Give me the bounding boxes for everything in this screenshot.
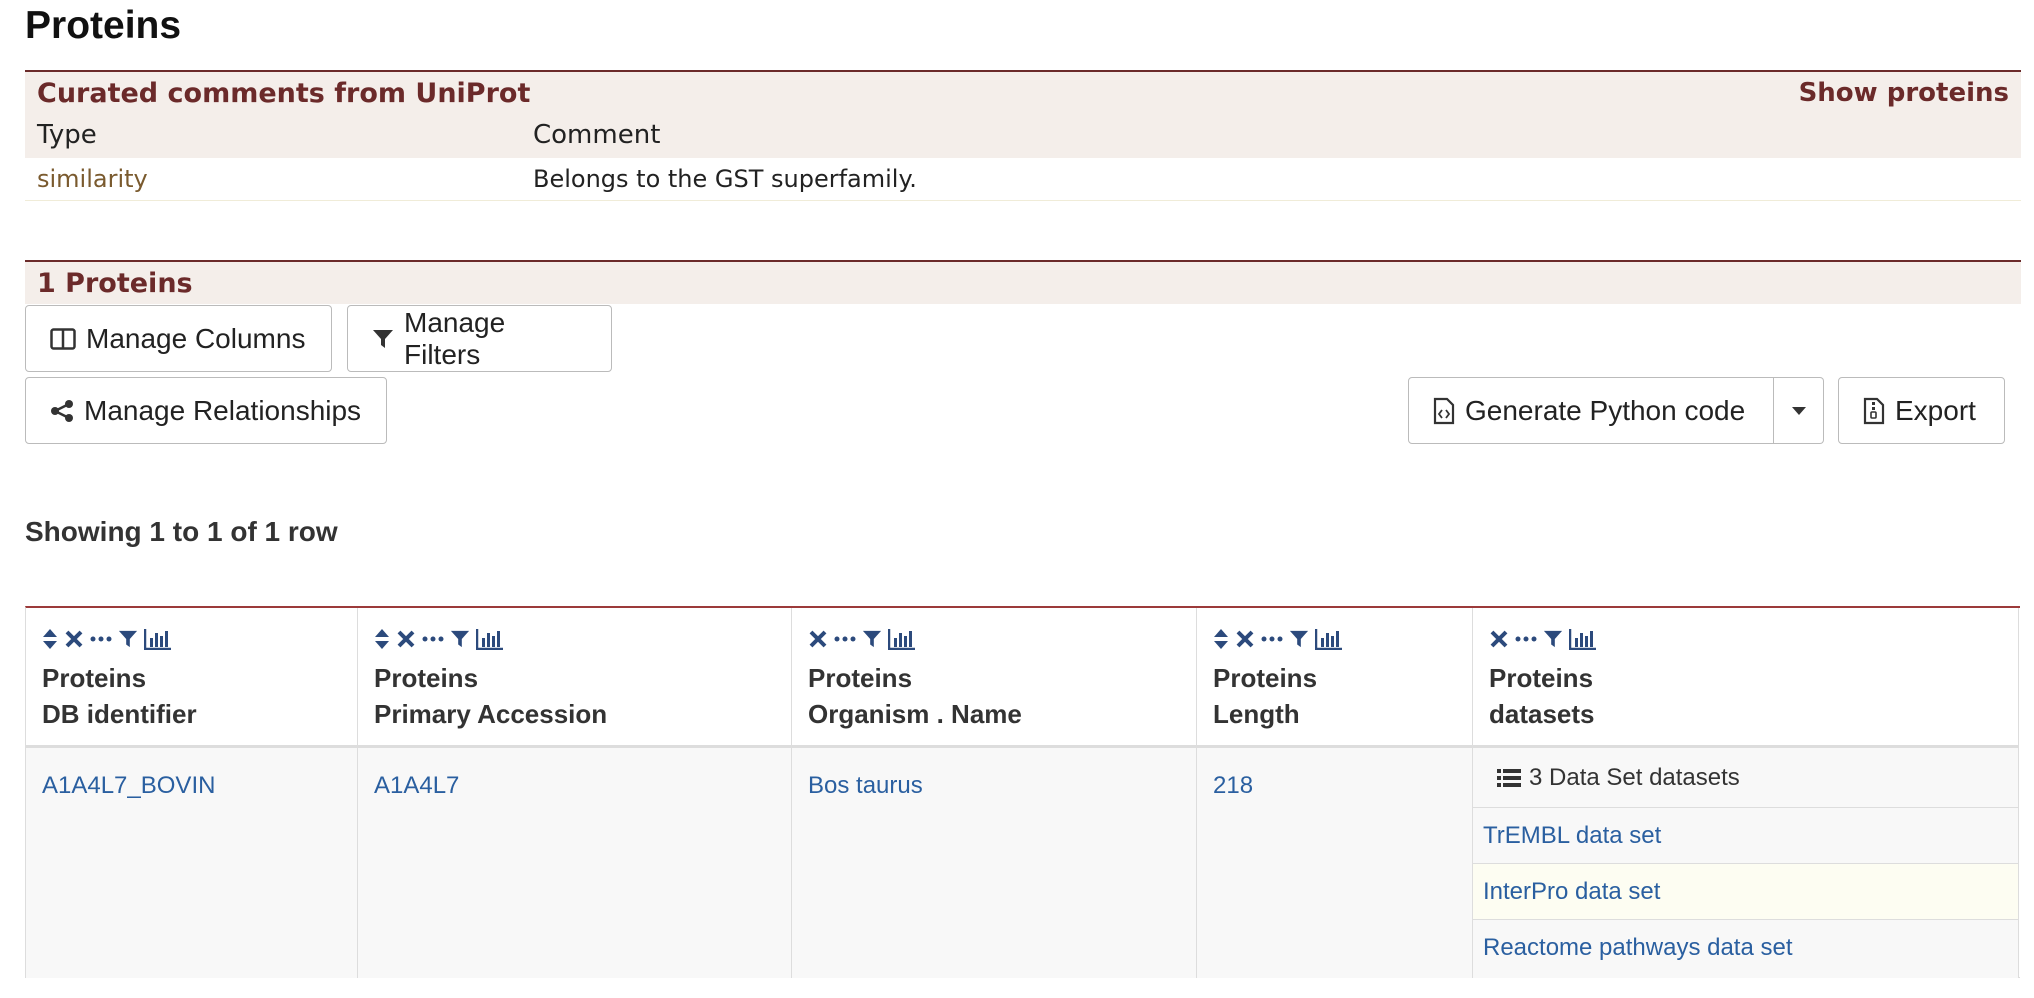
sort-icon[interactable]	[374, 628, 390, 650]
list-icon	[1497, 768, 1521, 787]
datasets-summary-label: 3 Data Set datasets	[1529, 763, 1740, 791]
list-item: Reactome pathways data set	[1473, 920, 2018, 976]
column-header-db-identifier: Proteins DB identifier	[26, 608, 358, 748]
filter-column-icon[interactable]	[1289, 629, 1309, 649]
column-summary-chart-icon[interactable]	[888, 628, 916, 650]
dataset-link-interpro[interactable]: InterPro data set	[1483, 878, 1660, 906]
manage-columns-label: Manage Columns	[86, 322, 306, 354]
organism-name-link[interactable]: Bos taurus	[808, 772, 923, 800]
manage-relationships-label: Manage Relationships	[84, 394, 362, 426]
export-button[interactable]: Export	[1838, 377, 2005, 444]
column-field-label: DB identifier	[42, 699, 197, 729]
table-cell: A1A4L7_BOVIN	[26, 748, 358, 978]
column-summary-chart-icon[interactable]	[476, 628, 504, 650]
column-summary-chart-icon[interactable]	[144, 628, 172, 650]
comment-type-link[interactable]: similarity	[37, 165, 148, 193]
more-options-icon[interactable]	[834, 635, 856, 643]
table-cell: A1A4L7	[358, 748, 792, 978]
column-field-label: Organism . Name	[808, 699, 1022, 729]
datasets-cell: 3 Data Set datasets TrEMBL data set Inte…	[1473, 748, 2019, 978]
share-nodes-icon	[51, 399, 73, 422]
comments-title: Curated comments from UniProt	[37, 78, 531, 109]
filter-column-icon[interactable]	[118, 629, 138, 649]
more-options-icon[interactable]	[1515, 635, 1537, 643]
manage-filters-button[interactable]: Manage Filters	[347, 305, 612, 372]
filter-column-icon[interactable]	[1543, 629, 1563, 649]
column-class-label: Proteins	[42, 663, 147, 693]
comments-header: Curated comments from UniProt Show prote…	[25, 72, 2021, 158]
column-header-datasets: Proteins datasets	[1473, 608, 2019, 748]
table-cell: Bos taurus	[792, 748, 1197, 978]
generate-python-code-button[interactable]: Generate Python code	[1408, 377, 1774, 444]
remove-column-icon[interactable]	[808, 629, 828, 649]
more-options-icon[interactable]	[90, 635, 112, 643]
page-title: Proteins	[25, 4, 182, 47]
remove-column-icon[interactable]	[1489, 629, 1509, 649]
column-summary-chart-icon[interactable]	[1569, 628, 1597, 650]
filter-icon	[373, 329, 393, 348]
column-class-label: Proteins	[1489, 663, 1594, 693]
dataset-link-reactome[interactable]: Reactome pathways data set	[1483, 934, 1793, 962]
filter-column-icon[interactable]	[862, 629, 882, 649]
file-code-icon	[1433, 397, 1455, 424]
column-class-label: Proteins	[374, 663, 479, 693]
columns-icon	[50, 327, 76, 350]
table-cell: 218	[1197, 748, 1473, 978]
column-class-label: Proteins	[808, 663, 913, 693]
export-label: Export	[1895, 394, 1976, 426]
column-header-primary-accession: Proteins Primary Accession	[358, 608, 792, 748]
remove-column-icon[interactable]	[396, 629, 416, 649]
primary-accession-link[interactable]: A1A4L7	[374, 772, 459, 800]
proteins-count-title: 1 Proteins	[37, 268, 193, 299]
column-summary-chart-icon[interactable]	[1315, 628, 1343, 650]
list-item: TrEMBL data set	[1473, 808, 2018, 864]
proteins-section-header: 1 Proteins	[25, 260, 2021, 304]
manage-filters-label: Manage Filters	[404, 306, 506, 370]
column-field-label: Primary Accession	[374, 699, 608, 729]
page: Proteins Curated comments from UniProt S…	[0, 0, 2034, 998]
column-header-length: Proteins Length	[1197, 608, 1473, 748]
curated-comments-section: Curated comments from UniProt Show prote…	[25, 70, 2021, 201]
show-proteins-link[interactable]: Show proteins	[1799, 78, 2009, 108]
file-export-icon	[1863, 397, 1885, 424]
results-table: Proteins DB identifier Proteins Primary …	[25, 606, 2020, 978]
sort-icon[interactable]	[42, 628, 58, 650]
generate-python-code-label: Generate Python code	[1465, 394, 1746, 426]
pagination-summary: Showing 1 to 1 of 1 row	[25, 516, 338, 547]
dataset-link-trembl[interactable]: TrEMBL data set	[1483, 822, 1661, 850]
remove-column-icon[interactable]	[1235, 629, 1255, 649]
column-field-label: datasets	[1489, 699, 1595, 729]
column-header-type: Type	[37, 120, 97, 150]
length-link[interactable]: 218	[1213, 772, 1253, 800]
comment-row: similarity Belongs to the GST superfamil…	[25, 158, 2021, 201]
caret-down-icon	[1791, 406, 1806, 415]
manage-columns-button[interactable]: Manage Columns	[25, 305, 332, 372]
column-field-label: Length	[1213, 699, 1300, 729]
comment-text: Belongs to the GST superfamily.	[533, 165, 917, 193]
column-header-organism-name: Proteins Organism . Name	[792, 608, 1197, 748]
sort-icon[interactable]	[1213, 628, 1229, 650]
column-header-comment: Comment	[533, 120, 661, 150]
manage-relationships-button[interactable]: Manage Relationships	[25, 377, 387, 444]
db-identifier-link[interactable]: A1A4L7_BOVIN	[42, 772, 215, 800]
more-options-icon[interactable]	[422, 635, 444, 643]
datasets-summary[interactable]: 3 Data Set datasets	[1473, 748, 2018, 808]
column-class-label: Proteins	[1213, 663, 1318, 693]
generate-code-dropdown-toggle[interactable]	[1774, 377, 1824, 444]
list-item: InterPro data set	[1473, 864, 2018, 920]
filter-column-icon[interactable]	[450, 629, 470, 649]
more-options-icon[interactable]	[1261, 635, 1283, 643]
remove-column-icon[interactable]	[64, 629, 84, 649]
